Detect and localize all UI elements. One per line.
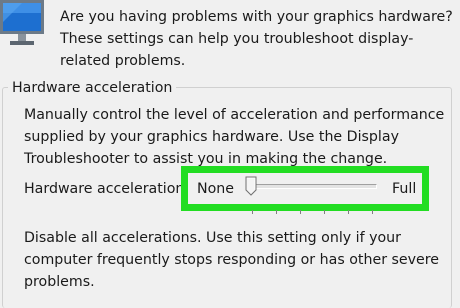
intro-text: Are you having problems with your graphi…: [60, 9, 453, 69]
group-description: Manually control the level of accelerati…: [24, 107, 445, 167]
acceleration-slider-thumb[interactable]: [245, 176, 257, 196]
monitor-icon: [0, 0, 44, 48]
acceleration-status-text: Disable all accelerations. Use this sett…: [24, 230, 440, 290]
group-title: Hardware acceleration: [8, 78, 177, 98]
slider-min-label: None: [197, 181, 235, 197]
acceleration-slider-track[interactable]: [247, 184, 377, 189]
slider-label: Hardware acceleration:: [24, 181, 190, 197]
slider-max-label: Full: [392, 181, 417, 197]
slider-ticks: [251, 199, 373, 214]
